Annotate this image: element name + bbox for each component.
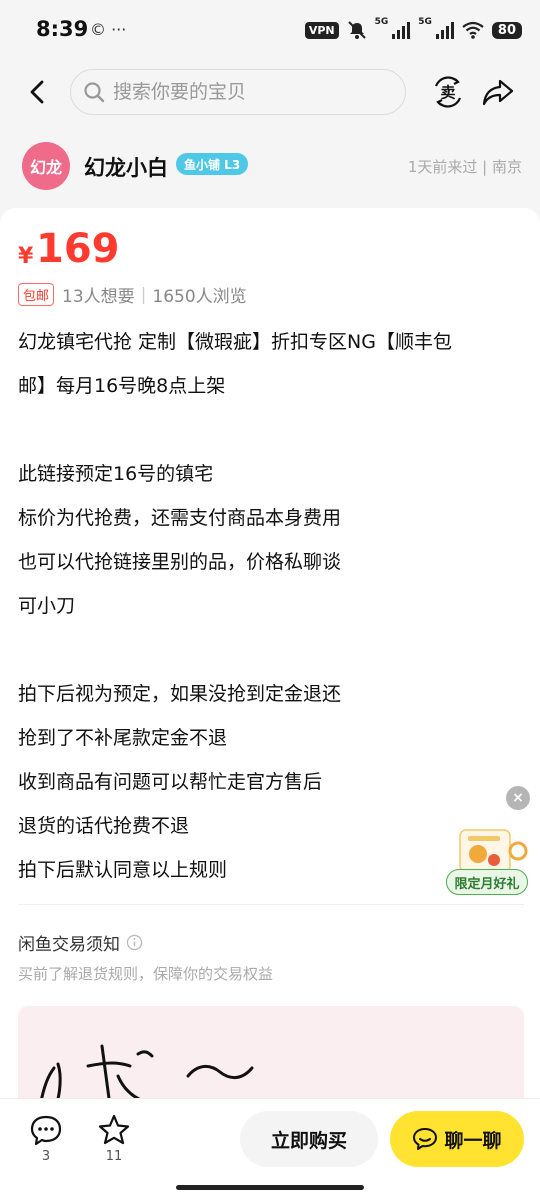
seller-last-seen: 1天前来过 | 南京 — [407, 158, 522, 176]
product-card: ¥ 169 包邮 13人想要 | 1650人浏览 幻龙镇宅代抢 定制【微瑕疵】折… — [0, 208, 540, 1116]
mute-bell-icon — [347, 21, 366, 39]
share-button[interactable] — [480, 74, 516, 110]
promo-label[interactable]: 限定月好礼 — [446, 869, 528, 895]
section-divider — [18, 904, 524, 905]
seller-row[interactable]: 幻龙 幻龙小白 鱼小铺 L3 1天前来过 | 南京 — [0, 130, 540, 200]
description-line: 也可以代抢链接里别的品，价格私聊谈 — [18, 551, 342, 573]
back-button[interactable] — [20, 74, 56, 110]
network-label-2: 5G — [418, 17, 432, 27]
notification-icons: © ··· — [90, 20, 127, 39]
price-currency: ¥ — [18, 244, 34, 269]
promo-close-button[interactable]: × — [506, 786, 530, 810]
bottom-action-bar: 3 11 立即购买 聊一聊 — [0, 1098, 540, 1200]
status-time: 8:39 — [36, 17, 89, 41]
favorite-count: 11 — [105, 1149, 123, 1164]
trade-notice-title[interactable]: 闲鱼交易须知 — [18, 930, 143, 955]
trade-notice-label: 闲鱼交易须知 — [18, 935, 120, 955]
chat-button-label: 聊一聊 — [444, 1129, 502, 1152]
description-line: 收到商品有问题可以帮忙走官方售后 — [18, 771, 323, 793]
buy-now-button[interactable]: 立即购买 — [240, 1111, 378, 1167]
search-bar[interactable] — [70, 69, 406, 115]
description-gap — [18, 408, 528, 452]
battery-indicator: 80 — [491, 21, 522, 39]
seller-avatar[interactable]: 幻龙 — [22, 142, 70, 190]
top-nav-bar: 卖 — [0, 62, 540, 122]
sell-glyph: 卖 — [440, 84, 455, 102]
description-line: 幻龙镇宅代抢 定制【微瑕疵】折扣专区NG【顺丰包 — [18, 331, 452, 353]
product-stats: 包邮 13人想要 | 1650人浏览 — [18, 282, 247, 307]
chevron-left-icon — [30, 80, 44, 104]
views-count: 1650人浏览 — [152, 287, 247, 307]
favorite-button[interactable]: 11 — [96, 1113, 132, 1169]
description-line: 此链接预定16号的镇宅 — [18, 463, 214, 485]
home-indicator[interactable] — [176, 1185, 364, 1190]
description-line: 邮】每月16号晚8点上架 — [18, 375, 226, 397]
free-shipping-tag: 包邮 — [18, 283, 55, 306]
sell-icon: 卖 — [434, 76, 462, 108]
signal-icon-1 — [392, 21, 411, 39]
share-icon — [482, 79, 514, 106]
description-line: 拍下后视为预定，如果没抢到定金退还 — [18, 683, 342, 705]
stat-divider: | — [140, 284, 147, 305]
sell-button[interactable]: 卖 — [430, 74, 466, 110]
description-line: 可小刀 — [18, 595, 76, 617]
description-gap — [18, 628, 528, 672]
shop-level-badge: 鱼小铺 L3 — [176, 153, 249, 175]
wifi-icon — [462, 21, 484, 39]
seller-name[interactable]: 幻龙小白 — [84, 152, 168, 182]
status-right-icons: VPN 5G 5G 80 — [304, 17, 522, 40]
comment-icon — [30, 1115, 62, 1146]
search-input[interactable] — [113, 78, 393, 106]
signal-icon-2 — [435, 21, 454, 39]
network-label-1: 5G — [374, 17, 389, 27]
status-bar: 8:39 © ··· VPN 5G 5G 80 — [0, 0, 540, 62]
description-line: 抢到了不补尾款定金不退 — [18, 727, 228, 749]
star-icon — [98, 1114, 130, 1145]
chat-bubble-icon — [413, 1128, 438, 1150]
chat-button[interactable]: 聊一聊 — [390, 1111, 524, 1167]
search-icon — [84, 82, 105, 103]
product-description: 幻龙镇宅代抢 定制【微瑕疵】折扣专区NG【顺丰包 邮】每月16号晚8点上架 此链… — [18, 320, 528, 892]
comment-button[interactable]: 3 — [28, 1113, 64, 1169]
info-icon[interactable] — [126, 934, 143, 951]
comment-count: 3 — [41, 1149, 51, 1164]
vpn-badge: VPN — [304, 21, 339, 39]
description-line: 退货的话代抢费不退 — [18, 815, 190, 837]
description-line: 标价为代抢费，还需支付商品本身费用 — [18, 507, 342, 529]
wants-count: 13人想要 — [62, 287, 135, 307]
price-value: 169 — [36, 226, 120, 272]
trade-notice-subtitle: 买前了解退货规则，保障你的交易权益 — [18, 965, 274, 983]
